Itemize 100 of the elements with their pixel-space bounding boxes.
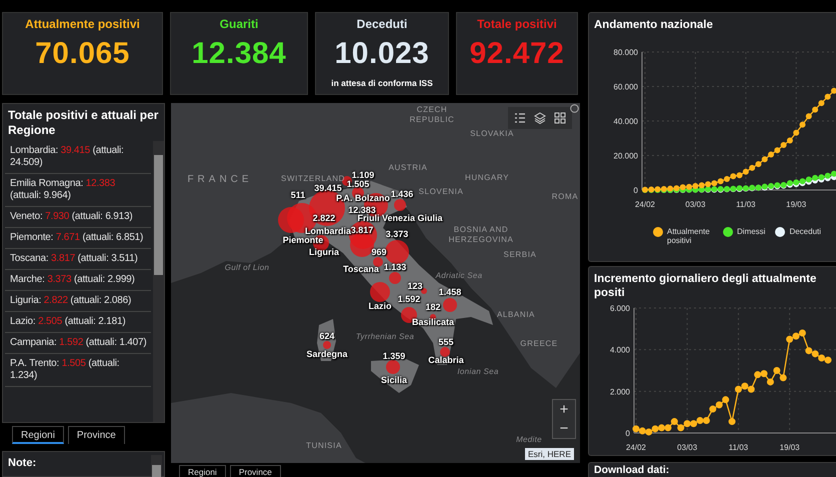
stat-label: Attualmente positivi bbox=[25, 17, 140, 31]
place-label: Gulf of Lion bbox=[224, 263, 270, 273]
axis-tick-label: 20.000 bbox=[614, 152, 638, 160]
stat-label: Deceduti bbox=[356, 17, 408, 31]
region-list-item[interactable]: Emilia Romagna: 12.383 (attuali: 9.964) bbox=[5, 174, 151, 207]
region-list-item[interactable]: Lazio: 2.505 (attuali: 2.181) bbox=[5, 312, 151, 333]
list-icon[interactable] bbox=[514, 112, 526, 124]
axis-tick-label: 60.000 bbox=[614, 82, 638, 92]
map-view[interactable] bbox=[171, 103, 580, 463]
region-list-item[interactable]: Lombardia: 39.415 (attuali: 24.509) bbox=[5, 141, 151, 174]
place-label: Ionian Sea bbox=[457, 367, 499, 377]
case-count-label: 2.822 bbox=[312, 213, 336, 223]
axis-tick-label: 19/03 bbox=[780, 443, 800, 452]
stat-value: 92.472 bbox=[470, 37, 564, 71]
stat-value: 70.065 bbox=[35, 37, 130, 71]
region-list-item[interactable]: Marche: 3.373 (attuali: 2.999) bbox=[5, 270, 151, 291]
place-label: SERBIA bbox=[504, 250, 536, 260]
panel-title: Download dati: bbox=[593, 463, 670, 477]
legend-label: Attualmente positivi bbox=[667, 227, 711, 245]
region-label: Piemonte bbox=[282, 235, 324, 245]
case-count-label: 555 bbox=[438, 337, 454, 347]
stat-value: 12.384 bbox=[192, 37, 286, 71]
axis-tick-label: 03/03 bbox=[685, 200, 706, 209]
chart-title: Andamento nazionale bbox=[593, 18, 714, 33]
stat-label: Guariti bbox=[220, 17, 258, 31]
region-label: Basilicata bbox=[412, 317, 454, 327]
axis-tick-label: 24/02 bbox=[634, 200, 656, 209]
case-count-label: 1.458 bbox=[438, 287, 462, 297]
axis-tick-label: 40.000 bbox=[614, 117, 638, 126]
case-count-label: 3.817 bbox=[350, 225, 374, 235]
region-list-item[interactable]: Piemonte: 7.671 (attuali: 6.851) bbox=[5, 228, 151, 249]
axis-tick-label: 0 bbox=[626, 429, 630, 438]
region-label: Liguria bbox=[309, 247, 339, 257]
stat-value: 10.023 bbox=[334, 37, 430, 71]
place-label: GREECE bbox=[520, 339, 558, 349]
panel-title: Totale positivi e attuali per Regione bbox=[7, 107, 160, 139]
case-count-label: 182 bbox=[425, 302, 441, 312]
axis-tick-label: 03/03 bbox=[677, 443, 698, 452]
region-list-item[interactable]: Toscana: 3.817 (attuali: 3.511) bbox=[5, 249, 151, 270]
tab[interactable]: Regioni bbox=[179, 465, 226, 477]
stat-note: in attesa di conforma ISS bbox=[331, 78, 433, 88]
scrollbar[interactable] bbox=[151, 455, 162, 476]
case-count-label: 1.505 bbox=[346, 179, 370, 189]
region-label: Sicilia bbox=[381, 375, 407, 385]
axis-tick-label: 24/02 bbox=[626, 443, 646, 452]
place-label: SLOVENIA bbox=[418, 187, 464, 197]
place-label: BOSNIA AND HERZEGOVINA bbox=[448, 225, 514, 245]
tab[interactable]: Regioni bbox=[12, 426, 64, 444]
case-count-label: 1.436 bbox=[390, 189, 414, 199]
place-label: ROMA bbox=[552, 192, 578, 202]
region-list-item[interactable]: Campania: 1.592 (attuali: 1.407) bbox=[5, 333, 151, 354]
place-label: ALBANIA bbox=[497, 310, 535, 320]
region-label: Calabria bbox=[428, 355, 464, 365]
region-label: Lazio bbox=[368, 301, 392, 311]
legend-label: Deceduti bbox=[789, 227, 822, 236]
place-label: Medite bbox=[516, 435, 542, 445]
case-count-label: 39.415 bbox=[314, 183, 342, 193]
axis-tick-label: 11/03 bbox=[728, 443, 748, 452]
region-label: Sardegna bbox=[306, 349, 348, 359]
tab[interactable]: Province bbox=[68, 426, 125, 444]
case-count-label: 1.592 bbox=[398, 294, 420, 304]
place-label: CZECH REPUBLIC bbox=[408, 105, 456, 125]
axis-tick-label: 4.000 bbox=[610, 346, 630, 355]
case-count-label: 123 bbox=[407, 281, 423, 291]
place-label: TUNISIA bbox=[306, 441, 342, 451]
place-label: Adriatic Sea bbox=[436, 271, 482, 281]
place-label: AUSTRIA bbox=[388, 163, 428, 173]
case-count-label: 1.109 bbox=[352, 170, 374, 180]
data-point bbox=[728, 418, 736, 426]
map-attribution: Esri, HERE bbox=[525, 448, 574, 460]
scrollbar[interactable] bbox=[153, 141, 164, 422]
axis-tick-label: 6.000 bbox=[610, 304, 630, 313]
place-label: SWITZERLAND bbox=[281, 174, 345, 184]
region-list-item[interactable]: P.A. Trento: 1.505 (attuali: 1.234) bbox=[5, 354, 151, 387]
grid-icon[interactable] bbox=[554, 112, 566, 124]
panel-title: Note: bbox=[7, 456, 38, 471]
axis-tick-label: 2.000 bbox=[610, 387, 630, 396]
case-count-label: 511 bbox=[290, 190, 306, 200]
chart-title: Incremento giornaliero degli attualmente positi bbox=[593, 272, 818, 298]
axis-tick-label: 0 bbox=[634, 186, 638, 195]
place-label: FRANCE bbox=[187, 175, 253, 185]
region-label: Toscana bbox=[343, 264, 379, 274]
axis-tick-label: 80.000 bbox=[614, 48, 638, 57]
region-label: Friuli Venezia Giulia bbox=[357, 213, 443, 223]
stat-label: Totale positivi bbox=[477, 17, 557, 31]
layers-icon[interactable] bbox=[534, 112, 546, 124]
fullscreen-icon[interactable] bbox=[570, 104, 579, 113]
case-count-label: 3.373 bbox=[386, 229, 408, 239]
tab[interactable]: Province bbox=[230, 465, 281, 477]
place-label: HUNGARY bbox=[464, 173, 510, 183]
case-count-label: 1.133 bbox=[384, 262, 406, 272]
case-count-label: 624 bbox=[319, 331, 335, 341]
place-label: Tyrrhenian Sea bbox=[356, 332, 414, 342]
place-label: SLOVAKIA bbox=[470, 129, 514, 139]
case-count-label: 1.359 bbox=[382, 351, 406, 361]
region-list-item[interactable]: Liguria: 2.822 (attuali: 2.086) bbox=[5, 291, 151, 312]
region-list-item[interactable]: Veneto: 7.930 (attuali: 6.913) bbox=[5, 207, 151, 228]
axis-tick-label: 11/03 bbox=[736, 200, 756, 209]
axis-tick-label: 19/03 bbox=[786, 200, 806, 209]
legend-label: Dimessi bbox=[737, 227, 766, 236]
